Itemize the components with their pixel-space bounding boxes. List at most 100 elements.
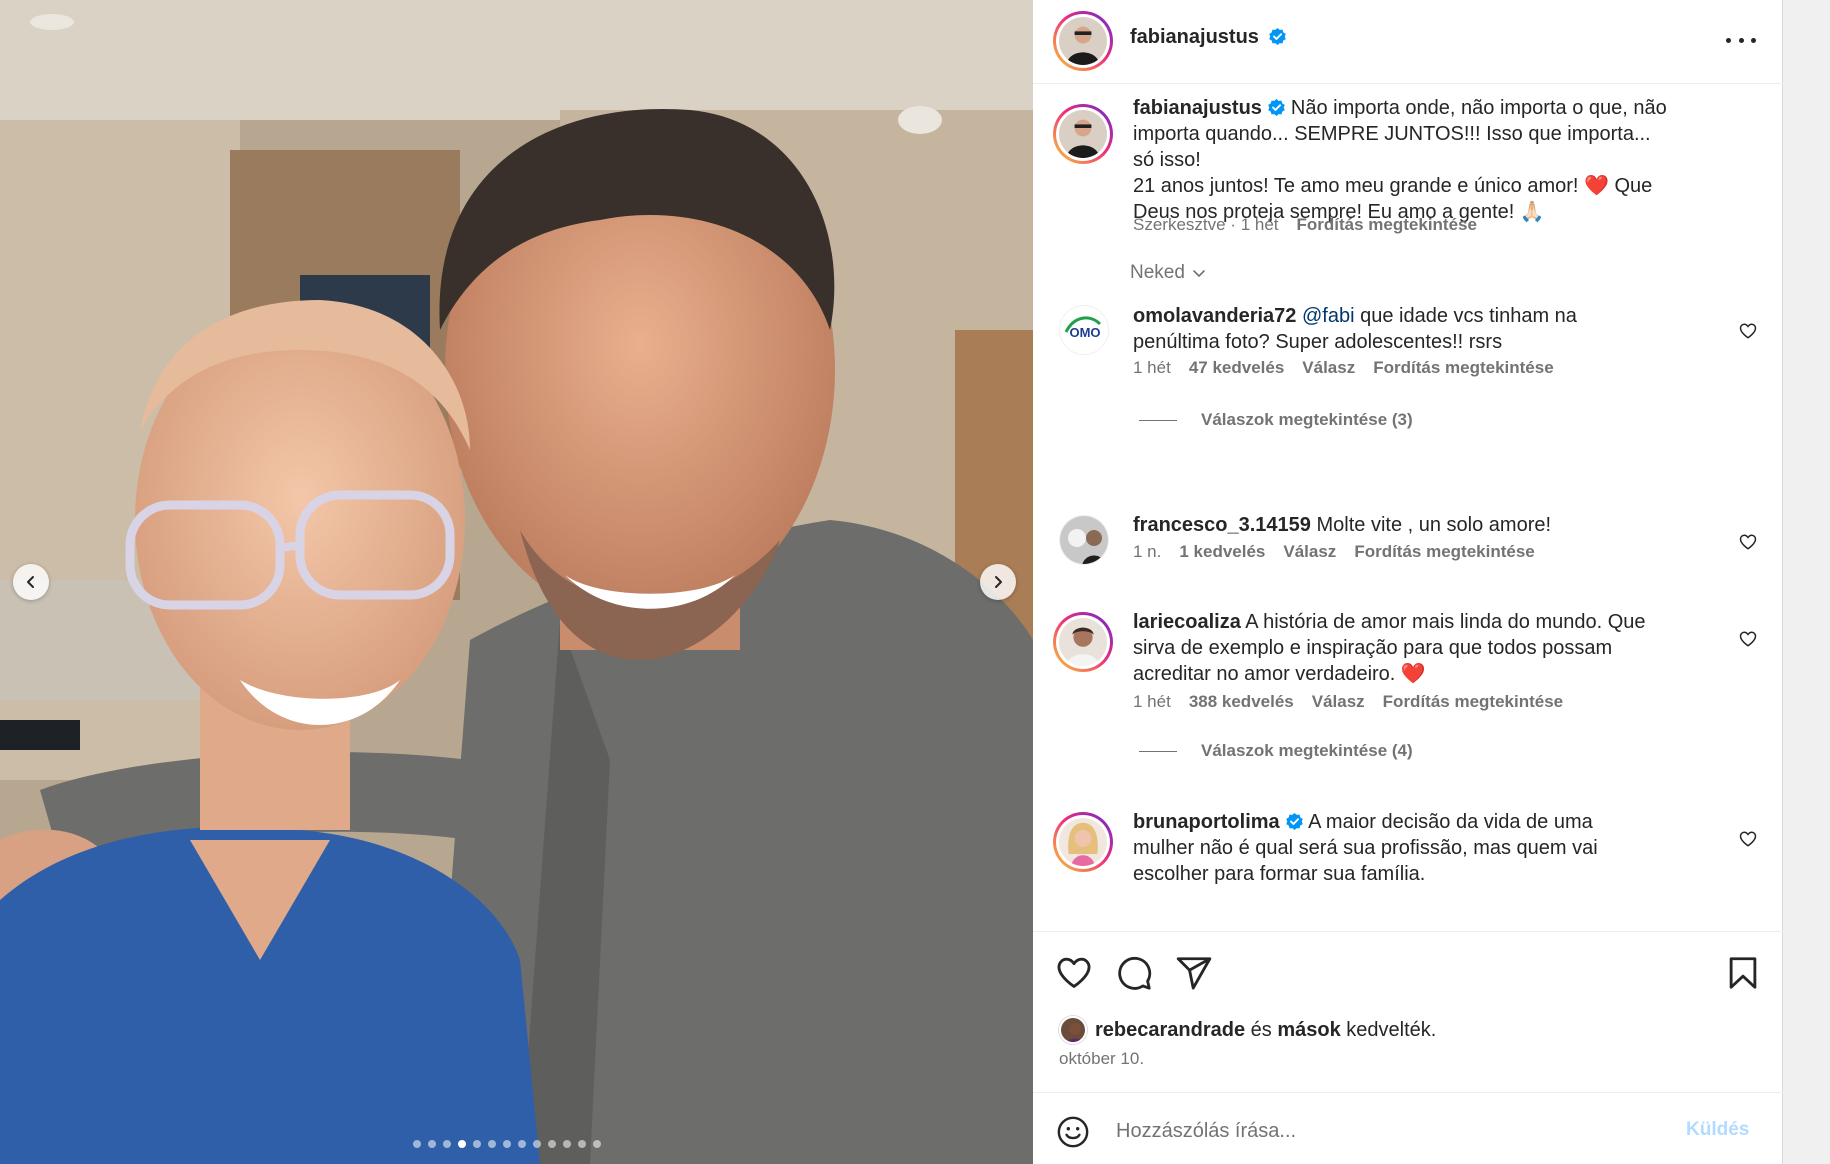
verified-badge-icon [1268,98,1285,117]
carousel-dot [533,1140,541,1148]
commenter-avatar[interactable] [1053,812,1113,872]
chevron-right-icon [995,576,1002,588]
like-heart-icon[interactable] [1055,954,1093,992]
comment-translate-link[interactable]: Fordítás megtekintése [1373,358,1553,377]
commenter-username[interactable]: francesco_3.14159 [1133,514,1311,536]
comment-likes[interactable]: 47 kedvelés [1189,358,1284,377]
comment-sort-dropdown[interactable]: Neked [1130,262,1207,284]
liked-by-suffix: kedvelték. [1340,1018,1437,1041]
comment-reply-button[interactable]: Válasz [1312,692,1365,711]
comment-line: penúltima foto? Super adolescentes!! rsr… [1133,331,1503,353]
commenter-avatar[interactable] [1053,612,1113,672]
comments-scroll-area[interactable]: fabianajustus Não importa onde, não impor… [1033,85,1783,931]
caption-edited-time: Szerkesztve · 1 hét [1133,215,1279,234]
caption-meta: Szerkesztve · 1 hét Fordítás megtekintése [1133,215,1495,235]
carousel-dot [443,1140,451,1148]
carousel-dot [593,1140,601,1148]
carousel-dot [548,1140,556,1148]
commenter-avatar[interactable] [1059,515,1109,565]
liker-avatar-image [1061,1018,1085,1042]
caption-username[interactable]: fabianajustus [1133,97,1262,119]
caption-avatar-image [1059,110,1107,158]
caption-author-avatar[interactable] [1053,104,1113,164]
previous-photo-button[interactable] [13,564,49,600]
more-options-icon[interactable] [1726,28,1756,52]
commenter-avatar-image [1059,818,1107,866]
comment-input[interactable] [1116,1113,1656,1149]
comment-line: escolher para formar sua família. [1133,863,1426,885]
post-header: fabianajustus [1033,0,1783,84]
view-replies-button[interactable]: Válaszok megtekintése (3) [1139,410,1413,430]
comment-line: sirva de exemplo e inspiração para que t… [1133,637,1613,659]
carousel-dot [578,1140,586,1148]
commenter-username[interactable]: lariecoaliza [1133,611,1241,633]
author-name-row: fabianajustus [1130,26,1287,49]
comment-line: A história de amor mais linda do mundo. … [1240,611,1646,633]
comment-like-heart-icon[interactable] [1739,533,1757,551]
liked-by-connector: és [1245,1018,1278,1041]
comment-line: mulher não é qual será sua profissão, ma… [1133,837,1598,859]
comment-time: 1 hét [1133,692,1171,711]
comment-line: que idade vcs tinham na [1354,305,1577,327]
comment-line: A maior decisão da vida de uma [1303,811,1593,833]
carousel-dot [518,1140,526,1148]
comment-meta: 1 n. 1 kedvelés Válasz Fordítás megtekintés… [1133,542,1553,562]
author-avatar[interactable] [1053,11,1113,71]
liker-avatar[interactable] [1059,1016,1087,1044]
comment-line: acreditar no amor verdadeiro. ❤️ [1133,663,1426,685]
page-background-edge [1783,0,1830,1164]
instagram-post-modal: fabianajustus fabianajustus Não importa o… [0,0,1830,1164]
svg-text:OMO: OMO [1069,325,1100,340]
liker-username[interactable]: rebecarandrade [1095,1019,1245,1042]
emoji-picker-icon[interactable] [1056,1115,1090,1149]
carousel-dot [428,1140,436,1148]
comment-time: 1 n. [1133,542,1162,561]
carousel-dot [413,1140,421,1148]
liked-by-others-link[interactable]: mások [1277,1019,1340,1042]
comment-mention[interactable]: @fabi [1302,305,1355,327]
commenter-avatar-image [1060,516,1108,564]
commenter-username[interactable]: omolavanderia72 [1133,305,1296,327]
caption-line: Não importa onde, não importa o que, não [1290,97,1667,119]
author-username[interactable]: fabianajustus [1130,26,1259,48]
post-media [0,0,1033,1164]
comment-likes[interactable]: 388 kedvelés [1189,692,1294,711]
view-replies-button[interactable]: Válaszok megtekintése (4) [1139,741,1413,761]
comment-reply-button[interactable]: Válasz [1302,358,1355,377]
commenter-avatar-image [1059,618,1107,666]
comment-like-heart-icon[interactable] [1739,830,1757,848]
comment-bubble-icon[interactable] [1115,954,1153,992]
comment-likes[interactable]: 1 kedvelés [1179,542,1265,561]
comment-composer: Küldés [1033,1092,1783,1164]
view-replies-label: Válaszok megtekintése (3) [1201,410,1413,429]
comment-like-heart-icon[interactable] [1739,322,1757,340]
next-photo-button[interactable] [980,564,1016,600]
chevron-left-icon [27,576,34,588]
verified-badge-icon [1269,27,1287,46]
send-comment-button[interactable]: Küldés [1686,1119,1749,1141]
comment-meta: 1 hét 47 kedvelés Válasz Fordítás megtekint… [1133,358,1572,378]
post-date[interactable]: október 10. [1059,1049,1144,1069]
comment-text: francesco_3.14159 Molte vite , un solo a… [1133,512,1723,538]
comment-translate-link[interactable]: Fordítás megtekintése [1383,692,1563,711]
carousel-dot [458,1140,466,1148]
chevron-down-icon [1193,270,1205,277]
caption-line: importa quando... SEMPRE JUNTOS!!! Isso … [1133,123,1651,145]
save-bookmark-icon[interactable] [1724,954,1762,992]
comment-text: omolavanderia72 @fabi que idade vcs tinh… [1133,303,1723,355]
liked-by-summary: rebecarandrade és mások kedvelték. [1059,1016,1436,1044]
commenter-username[interactable]: brunaportolima [1133,811,1280,833]
caption-translate-link[interactable]: Fordítás megtekintése [1297,215,1477,234]
comment-time: 1 hét [1133,358,1171,377]
post-actions: rebecarandrade és mások kedvelték. októb… [1033,931,1783,1091]
caption-text: fabianajustus Não importa onde, não impor… [1133,95,1723,225]
share-send-icon[interactable] [1175,954,1213,992]
comment-translate-link[interactable]: Fordítás megtekintése [1354,542,1534,561]
comment-meta: 1 hét 388 kedvelés Válasz Fordítás megtekin… [1133,692,1581,712]
omo-logo-avatar: OMO [1060,306,1108,354]
comment-line: Molte vite , un solo amore! [1310,514,1552,536]
comment-like-heart-icon[interactable] [1739,630,1757,648]
commenter-avatar[interactable]: OMO [1059,305,1109,355]
post-photo [0,0,1033,1164]
comment-reply-button[interactable]: Válasz [1283,542,1336,561]
